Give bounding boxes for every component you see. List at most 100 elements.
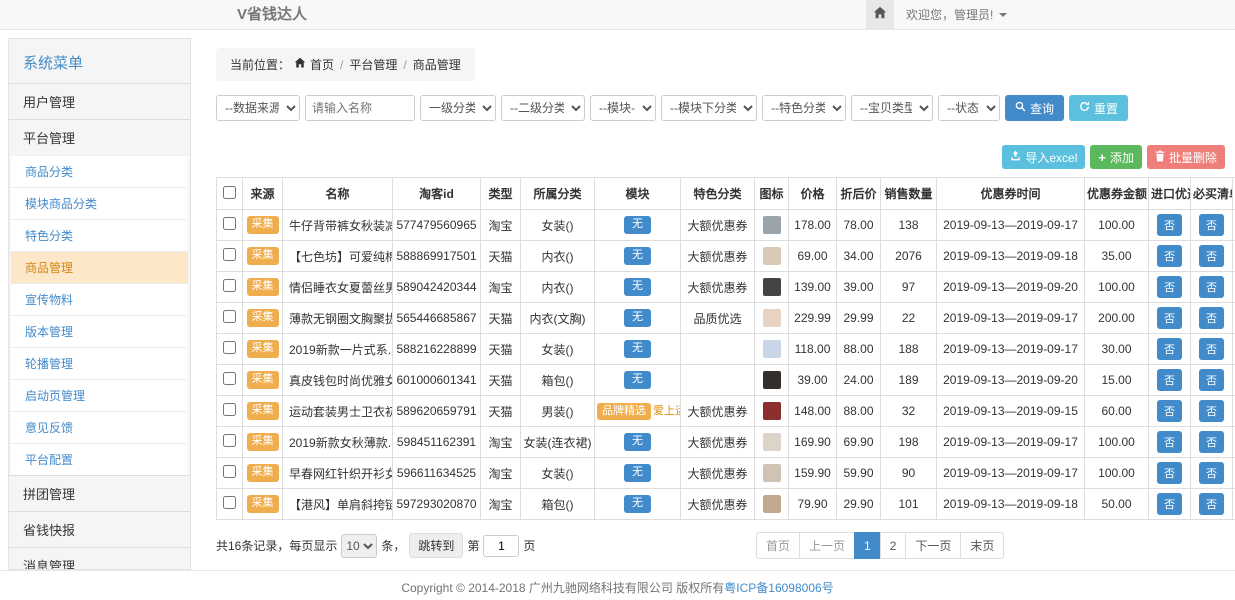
import-select-toggle[interactable]: 否	[1157, 431, 1182, 453]
sidebar-item[interactable]: 轮播管理	[11, 347, 188, 379]
item-type-select[interactable]: --宝贝类型--	[851, 95, 933, 121]
home-button[interactable]	[866, 0, 894, 29]
import-excel-button[interactable]: 导入excel	[1002, 145, 1085, 169]
table-body: 采集牛仔背带裤女秋装减龄...577479560965淘宝女装()无大额优惠券1…	[217, 210, 1235, 520]
row-checkbox[interactable]	[223, 403, 236, 416]
import-select-toggle[interactable]: 否	[1157, 245, 1182, 267]
sales-count: 188	[881, 334, 937, 365]
feature-category: 大额优惠券	[681, 427, 755, 458]
page-button[interactable]: 1	[854, 532, 881, 559]
must-buy-toggle[interactable]: 否	[1199, 307, 1224, 329]
icon-cell	[755, 458, 789, 489]
sidebar-item[interactable]: 意见反馈	[11, 411, 188, 443]
price: 169.90	[789, 427, 837, 458]
sidebar-item[interactable]: 消息管理	[9, 547, 190, 570]
sidebar-item[interactable]: 商品管理	[11, 251, 188, 283]
user-menu[interactable]: 欢迎您，管理员!	[894, 0, 1019, 29]
jump-page-input[interactable]	[483, 535, 519, 557]
icon-cell	[755, 334, 789, 365]
products-table: 来源名称淘客id类型所属分类模块特色分类图标价格折后价销售数量优惠券时间优惠券金…	[216, 177, 1235, 520]
add-button[interactable]: + 添加	[1090, 145, 1142, 169]
import-select-toggle[interactable]: 否	[1157, 214, 1182, 236]
batch-delete-button[interactable]: 批量删除	[1147, 145, 1225, 169]
row-checkbox[interactable]	[223, 217, 236, 230]
row-checkbox[interactable]	[223, 434, 236, 447]
row-checkbox[interactable]	[223, 248, 236, 261]
select-all-checkbox[interactable]	[223, 186, 236, 199]
row-checkbox[interactable]	[223, 310, 236, 323]
icp-link[interactable]: 粤ICP备16098006号	[724, 581, 833, 595]
table-row: 采集牛仔背带裤女秋装减龄...577479560965淘宝女装()无大额优惠券1…	[217, 210, 1235, 241]
must-buy-toggle[interactable]: 否	[1199, 369, 1224, 391]
sidebar-item[interactable]: 商品分类	[11, 155, 188, 187]
sidebar-item[interactable]: 用户管理	[9, 83, 190, 119]
level2-select[interactable]: --二级分类--	[501, 95, 585, 121]
row-checkbox[interactable]	[223, 372, 236, 385]
table-row: 采集【七色坊】可爱纯棉家...588869917501天猫内衣()无大额优惠券6…	[217, 241, 1235, 272]
product-name: 真皮钱包时尚优雅女士...	[283, 365, 393, 396]
coupon-time: 2019-09-13—2019-09-17	[937, 210, 1085, 241]
search-button[interactable]: 查询	[1005, 95, 1064, 121]
must-buy-toggle[interactable]: 否	[1199, 338, 1224, 360]
must-buy-toggle[interactable]: 否	[1199, 214, 1224, 236]
sidebar-item[interactable]: 拼团管理	[9, 475, 190, 511]
must-buy-toggle[interactable]: 否	[1199, 493, 1224, 515]
coupon-time: 2019-09-13—2019-09-18	[937, 241, 1085, 272]
module-badge: 无	[624, 309, 651, 326]
name-input[interactable]	[305, 95, 415, 121]
import-select-toggle[interactable]: 否	[1157, 493, 1182, 515]
module-cell: 无	[595, 303, 681, 334]
per-page-select[interactable]: 10	[341, 534, 377, 558]
sidebar-item[interactable]: 宣传物料	[11, 283, 188, 315]
sidebar-item[interactable]: 版本管理	[11, 315, 188, 347]
must-buy-toggle[interactable]: 否	[1199, 245, 1224, 267]
import-select-toggle[interactable]: 否	[1157, 307, 1182, 329]
product-type: 淘宝	[481, 489, 521, 520]
must-buy-toggle[interactable]: 否	[1199, 400, 1224, 422]
page-button[interactable]: 下一页	[905, 532, 961, 559]
jump-button[interactable]: 跳转到	[409, 533, 463, 558]
reset-button[interactable]: 重置	[1069, 95, 1128, 121]
price: 139.00	[789, 272, 837, 303]
copyright-text: Copyright © 2014-2018 广州九驰网络科技有限公司 版权所有	[401, 581, 724, 595]
feature-select[interactable]: --特色分类--	[762, 95, 846, 121]
sidebar-item[interactable]: 平台配置	[11, 443, 188, 475]
taoke-id: 588869917501	[393, 241, 481, 272]
level1-select[interactable]: 一级分类	[420, 95, 496, 121]
import-select-toggle[interactable]: 否	[1157, 276, 1182, 298]
sidebar-item[interactable]: 模块商品分类	[11, 187, 188, 219]
row-checkbox[interactable]	[223, 465, 236, 478]
page-button[interactable]: 末页	[960, 532, 1004, 559]
page-button[interactable]: 首页	[756, 532, 800, 559]
must-buy-toggle[interactable]: 否	[1199, 276, 1224, 298]
import-select-toggle[interactable]: 否	[1157, 462, 1182, 484]
must-buy-toggle[interactable]: 否	[1199, 431, 1224, 453]
import-select-toggle[interactable]: 否	[1157, 369, 1182, 391]
product-name: 2019新款一片式系...	[283, 334, 393, 365]
feature-category: 大额优惠券	[681, 489, 755, 520]
coupon-time: 2019-09-13—2019-09-20	[937, 272, 1085, 303]
breadcrumb-home[interactable]: 首页	[310, 56, 334, 73]
feature-category: 大额优惠券	[681, 210, 755, 241]
import-select-toggle[interactable]: 否	[1157, 400, 1182, 422]
sidebar-item[interactable]: 平台管理	[9, 119, 190, 155]
category: 箱包()	[521, 489, 595, 520]
status-select[interactable]: --状态--	[938, 95, 1000, 121]
sidebar-item[interactable]: 特色分类	[11, 219, 188, 251]
source-select[interactable]: --数据来源--	[216, 95, 300, 121]
import-select-toggle[interactable]: 否	[1157, 338, 1182, 360]
page-button[interactable]: 2	[880, 532, 907, 559]
module-select[interactable]: --模块--	[590, 95, 656, 121]
row-checkbox[interactable]	[223, 279, 236, 292]
page-button[interactable]: 上一页	[799, 532, 855, 559]
must-buy-toggle[interactable]: 否	[1199, 462, 1224, 484]
row-checkbox[interactable]	[223, 341, 236, 354]
sidebar-menu: 用户管理平台管理商品分类模块商品分类特色分类商品管理宣传物料版本管理轮播管理启动…	[9, 83, 190, 570]
sidebar-item[interactable]: 省钱快报	[9, 511, 190, 547]
table-row: 采集2019新款一片式系...588216228899天猫女装()无118.00…	[217, 334, 1235, 365]
column-header: 图标	[755, 178, 789, 210]
module-sub-select[interactable]: --模块下分类--	[661, 95, 757, 121]
row-checkbox[interactable]	[223, 496, 236, 509]
product-image	[763, 495, 781, 513]
sidebar-item[interactable]: 启动页管理	[11, 379, 188, 411]
